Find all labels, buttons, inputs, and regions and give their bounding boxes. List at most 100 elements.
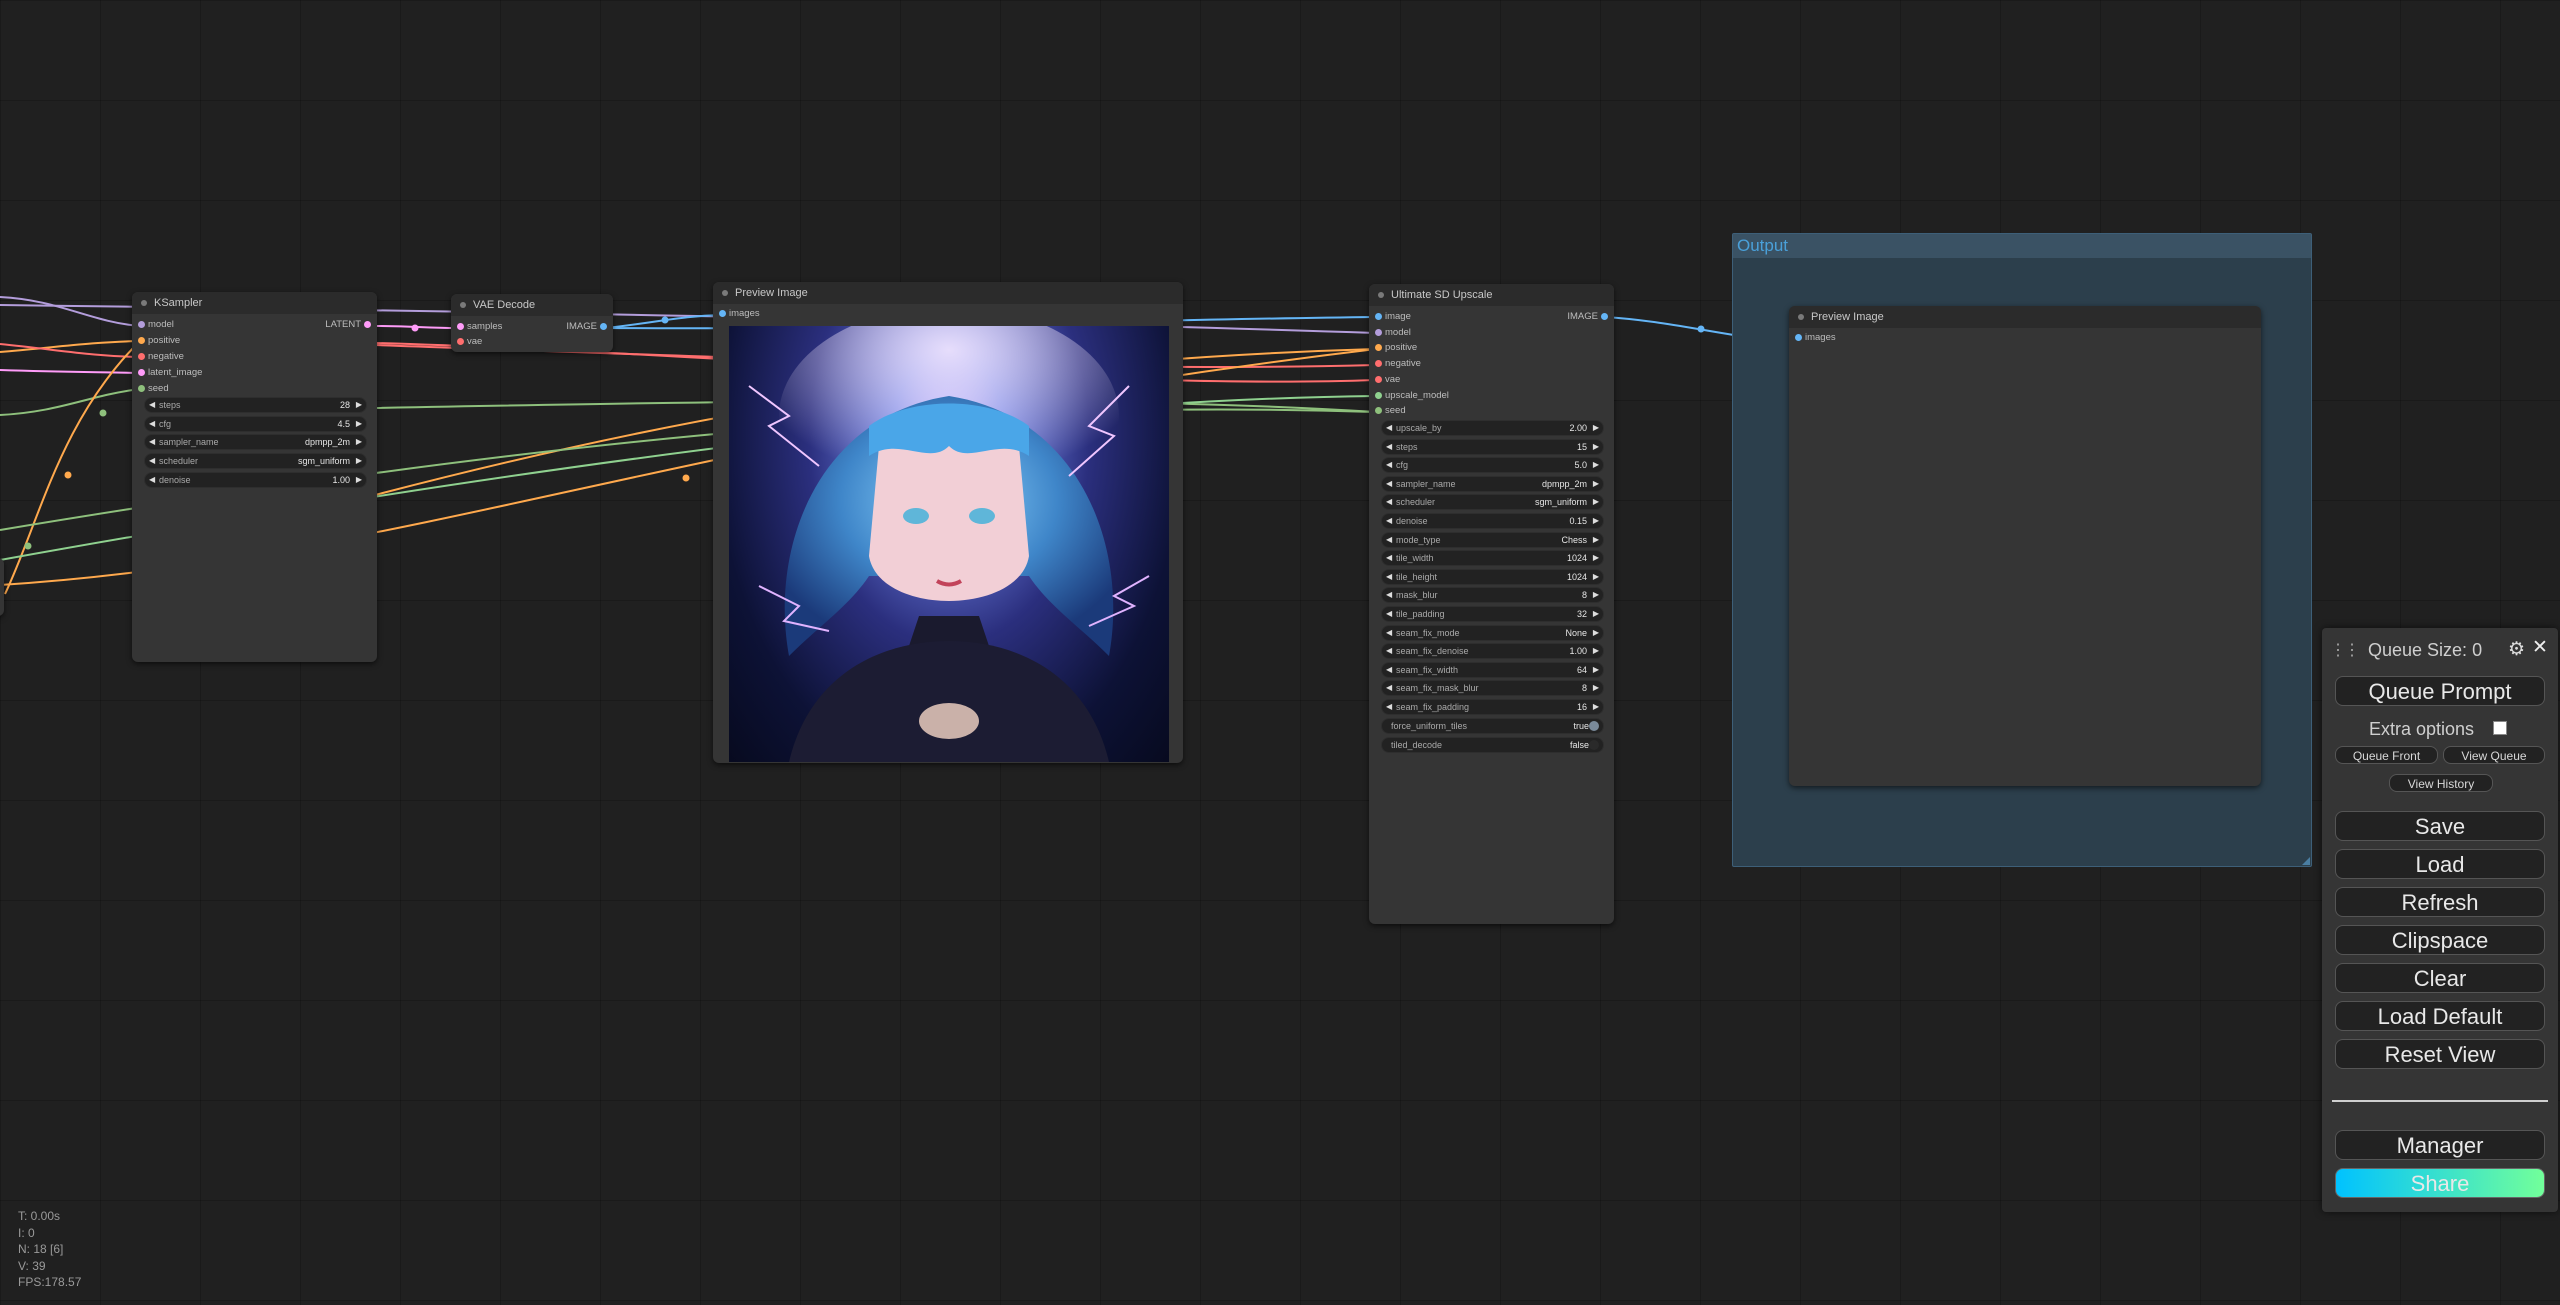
widget-widgets-0[interactable]: ◀ ▶ upscale_by 2.00 [1381, 420, 1604, 436]
pin-icon[interactable] [1795, 334, 1802, 341]
widget-widgets-7[interactable]: ◀ ▶ tile_width 1024 [1381, 550, 1604, 567]
increment-arrow-icon[interactable]: ▶ [1593, 681, 1599, 695]
input-model[interactable]: model [135, 317, 174, 333]
pin-icon[interactable] [1375, 407, 1382, 415]
decrement-arrow-icon[interactable]: ◀ [1386, 495, 1392, 509]
load-button[interactable]: Load [2335, 849, 2545, 879]
increment-arrow-icon[interactable]: ▶ [1593, 477, 1599, 491]
widget-widgets-11[interactable]: ◀ ▶ seam_fix_mode None [1381, 624, 1604, 641]
pin-icon[interactable] [138, 369, 145, 376]
ksampler-title[interactable]: KSampler [132, 292, 377, 314]
widget-widgets-4[interactable]: ◀ ▶ scheduler sgm_uniform [1381, 494, 1604, 511]
pin-icon[interactable] [1601, 313, 1608, 320]
input-latent-image[interactable]: latent_image [135, 365, 202, 381]
group-title[interactable]: Output [1733, 234, 2311, 258]
input-images[interactable]: images [716, 306, 760, 322]
increment-arrow-icon[interactable]: ▶ [1593, 495, 1599, 509]
decrement-arrow-icon[interactable]: ◀ [1386, 663, 1392, 677]
widget-widgets-1[interactable]: ◀ ▶ steps 15 [1381, 438, 1604, 455]
preview-image-title[interactable]: Preview Image [1789, 306, 2261, 328]
widget-widgets-15[interactable]: ◀ ▶ seam_fix_padding 16 [1381, 699, 1604, 715]
output-latent[interactable]: LATENT [325, 317, 374, 333]
decrement-arrow-icon[interactable]: ◀ [1386, 700, 1392, 714]
refresh-button[interactable]: Refresh [2335, 887, 2545, 917]
upscale-title[interactable]: Ultimate SD Upscale [1369, 284, 1614, 306]
input-seed[interactable]: seed [1372, 403, 1406, 419]
preview-image-node[interactable]: Preview Image images [713, 282, 1183, 763]
pin-icon[interactable] [138, 337, 145, 344]
increment-arrow-icon[interactable]: ▶ [356, 435, 362, 449]
decrement-arrow-icon[interactable]: ◀ [1386, 570, 1392, 584]
input-seed[interactable]: seed [135, 381, 169, 397]
manager-button[interactable]: Manager [2335, 1130, 2545, 1160]
increment-arrow-icon[interactable]: ▶ [1593, 421, 1599, 435]
collapse-dot-icon[interactable] [1378, 292, 1384, 298]
input-image[interactable]: image [1372, 309, 1411, 325]
increment-arrow-icon[interactable]: ▶ [1593, 607, 1599, 621]
decrement-arrow-icon[interactable]: ◀ [149, 473, 155, 487]
increment-arrow-icon[interactable]: ▶ [356, 417, 362, 431]
output-image[interactable]: IMAGE [1567, 309, 1611, 325]
pin-icon[interactable] [138, 321, 145, 328]
decrement-arrow-icon[interactable]: ◀ [1386, 551, 1392, 565]
widget-widgets-0[interactable]: ◀ ▶ steps 28 [144, 397, 367, 413]
widget-widgets-4[interactable]: ◀ ▶ denoise 1.00 [144, 471, 367, 488]
vae-decode-node[interactable]: VAE Decode samples IMAGE vae [451, 294, 613, 352]
pin-icon[interactable] [138, 385, 145, 392]
increment-arrow-icon[interactable]: ▶ [1593, 663, 1599, 677]
collapse-dot-icon[interactable] [1798, 314, 1804, 320]
widget-widgets-13[interactable]: ◀ ▶ seam_fix_width 64 [1381, 661, 1604, 678]
input-negative[interactable]: negative [135, 349, 184, 365]
pin-icon[interactable] [1375, 360, 1382, 368]
load-default-button[interactable]: Load Default [2335, 1001, 2545, 1031]
decrement-arrow-icon[interactable]: ◀ [149, 454, 155, 468]
pin-icon[interactable] [1375, 391, 1382, 399]
increment-arrow-icon[interactable]: ▶ [1593, 551, 1599, 565]
decrement-arrow-icon[interactable]: ◀ [1386, 681, 1392, 695]
toggle-knob-icon[interactable] [1589, 721, 1599, 731]
increment-arrow-icon[interactable]: ▶ [1593, 570, 1599, 584]
decrement-arrow-icon[interactable]: ◀ [1386, 477, 1392, 491]
increment-arrow-icon[interactable]: ▶ [356, 473, 362, 487]
input-samples[interactable]: samples [454, 319, 502, 335]
widget-widgets-9[interactable]: ◀ ▶ mask_blur 8 [1381, 587, 1604, 604]
pin-icon[interactable] [1375, 313, 1382, 320]
widget-widgets-2[interactable]: ◀ ▶ sampler_name dpmpp_2m [144, 434, 367, 451]
pin-icon[interactable] [457, 338, 464, 345]
decrement-arrow-icon[interactable]: ◀ [1386, 588, 1392, 602]
vae-decode-title[interactable]: VAE Decode [451, 294, 613, 316]
settings-gear-icon[interactable]: ⚙ [2508, 638, 2525, 661]
clipspace-button[interactable]: Clipspace [2335, 925, 2545, 955]
preview-image-title[interactable]: Preview Image [713, 282, 1183, 304]
decrement-arrow-icon[interactable]: ◀ [149, 435, 155, 449]
widget-widgets-3[interactable]: ◀ ▶ sampler_name dpmpp_2m [1381, 475, 1604, 492]
drag-handle-icon[interactable]: ⋮⋮ [2330, 640, 2360, 660]
pin-icon[interactable] [1375, 375, 1382, 383]
increment-arrow-icon[interactable]: ▶ [1593, 700, 1599, 714]
output-group[interactable]: Output Preview Image images [1732, 233, 2312, 867]
decrement-arrow-icon[interactable]: ◀ [1386, 514, 1392, 528]
decrement-arrow-icon[interactable]: ◀ [1386, 626, 1392, 640]
increment-arrow-icon[interactable]: ▶ [1593, 588, 1599, 602]
group-resize-handle[interactable] [2302, 857, 2310, 865]
decrement-arrow-icon[interactable]: ◀ [149, 398, 155, 412]
pin-icon[interactable] [138, 353, 145, 360]
input-positive[interactable]: positive [135, 333, 180, 349]
save-button[interactable]: Save [2335, 811, 2545, 841]
queue-menu-panel[interactable]: ⋮⋮ Queue Size: 0 ⚙ ✕ Queue Prompt Extra … [2322, 628, 2558, 1212]
increment-arrow-icon[interactable]: ▶ [356, 454, 362, 468]
view-history-button[interactable]: View History [2389, 774, 2493, 792]
decrement-arrow-icon[interactable]: ◀ [1386, 458, 1392, 472]
input-negative[interactable]: negative [1372, 356, 1421, 372]
decrement-arrow-icon[interactable]: ◀ [1386, 533, 1392, 547]
decrement-arrow-icon[interactable]: ◀ [1386, 421, 1392, 435]
input-vae[interactable]: vae [1372, 372, 1400, 388]
increment-arrow-icon[interactable]: ▶ [1593, 644, 1599, 658]
share-button[interactable]: Share [2335, 1168, 2545, 1198]
pin-icon[interactable] [457, 323, 464, 330]
pin-icon[interactable] [600, 323, 607, 330]
pin-icon[interactable] [719, 310, 726, 317]
decrement-arrow-icon[interactable]: ◀ [149, 417, 155, 431]
widget-widgets-2[interactable]: ◀ ▶ cfg 5.0 [1381, 457, 1604, 474]
input-positive[interactable]: positive [1372, 340, 1417, 356]
